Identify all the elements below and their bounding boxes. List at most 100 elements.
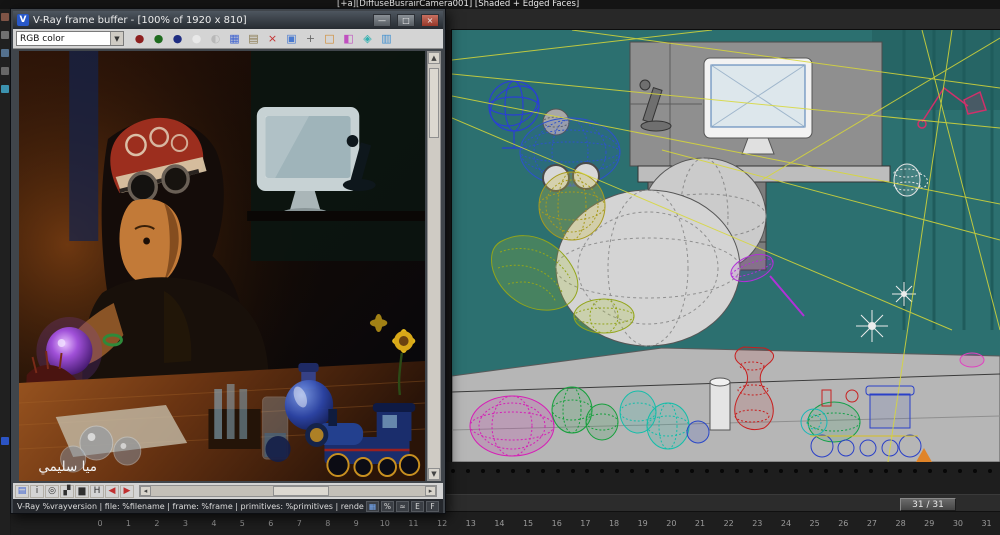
vfb-status-bar: V-Ray %vrayversion | file: %filename | f… [13,499,443,513]
track-key-dot [540,469,545,473]
exposure-toggle-icon[interactable]: E [411,500,424,512]
curve-toggle-icon[interactable]: ≈ [396,500,409,512]
side-tool-icon-3[interactable] [1,49,9,57]
green-channel-icon[interactable]: ● [150,31,167,47]
frame-number: 22 [723,519,734,528]
frame-number: 23 [752,519,763,528]
horizontal-scroll-thumb[interactable] [273,486,330,496]
vray-logo-icon: V [17,14,29,26]
frame-number: 11 [408,519,419,528]
track-key-dot [838,469,843,473]
timeline-ruler: 0 1 2 3 4 5 6 7 8 9 10 11 12 13 14 15 16 17 18 19 20 21 22 23 24… [11,516,1000,534]
track-key-dot [973,469,977,473]
maximize-button[interactable]: □ [397,13,415,27]
image-info-icon[interactable]: i [30,484,44,498]
scroll-up-icon[interactable]: ▲ [428,52,440,64]
frame-number: 28 [895,519,906,528]
track-key-dot [645,469,650,473]
track-key-dot [749,469,754,473]
track-key-dot [958,469,963,473]
zoom-tool-icon[interactable]: ◎ [45,484,59,498]
frame-number: 6 [268,519,274,528]
chevron-down-icon[interactable]: ▼ [110,32,123,45]
side-tool-icon-4[interactable] [1,67,9,75]
track-mouse-icon[interactable]: + [302,31,319,47]
pixel-info-icon[interactable]: ◈ [359,31,376,47]
frame-number: 4 [211,519,217,528]
track-key-dot [525,469,530,473]
region-render-icon[interactable]: □ [321,31,338,47]
vfb-bottom-toolbar: ▤ i ◎ ▞ ▆ H ◀ ▶ ◂ ▸ [13,483,443,499]
clear-image-icon[interactable]: × [264,31,281,47]
alpha-channel-icon[interactable]: ● [188,31,205,47]
minimize-button[interactable]: — [373,13,391,27]
load-image-icon[interactable]: ▤ [245,31,262,47]
duplicate-to-host-icon[interactable]: ▣ [283,31,300,47]
vfb-titlebar[interactable]: V V-Ray frame buffer - [100% of 1920 x 8… [13,11,443,29]
scroll-down-icon[interactable]: ▼ [428,468,440,480]
save-image-icon[interactable]: ▦ [226,31,243,47]
color-correction-icon[interactable]: ◧ [340,31,357,47]
track-key-dot [987,469,992,473]
frame-number: 31 [981,519,992,528]
side-tool-icon-5[interactable] [1,85,9,93]
compare-icon[interactable]: ▞ [60,484,74,498]
track-key-dot [510,469,515,473]
rendered-image: ميا سليمي [19,51,425,481]
scroll-left-icon[interactable]: ◂ [140,486,151,496]
track-key-dot [659,469,664,473]
side-tool-icon-1[interactable] [1,13,9,21]
scroll-right-icon[interactable]: ▸ [425,486,436,496]
3dsmax-screen: [+a][DiffuseBusrairCamera001] [Shaded + … [0,0,1000,535]
vfb-taskbar-icon[interactable] [1,437,9,445]
buffer-info-icon[interactable]: ▤ [15,484,29,498]
frame-number: 14 [494,519,505,528]
channel-dropdown[interactable]: RGB color ▼ [16,31,124,46]
grid-toggle-icon[interactable]: ▦ [366,500,379,512]
prev-image-icon[interactable]: ◀ [105,484,119,498]
monochrome-icon[interactable]: ◐ [207,31,224,47]
camera-viewport[interactable] [451,29,1000,463]
track-key-dot [451,469,456,473]
left-edge-toolbar [0,9,10,535]
next-image-icon[interactable]: ▶ [120,484,134,498]
h-channel-icon[interactable]: H [90,484,104,498]
track-key-dot [481,469,486,473]
vertical-scrollbar[interactable]: ▲ ▼ [427,51,441,481]
frame-number: 25 [809,519,820,528]
frame-number: 17 [580,519,591,528]
frame-number: 2 [154,519,160,528]
wireframe-scene [452,30,1000,462]
frame-number: 1 [125,519,132,528]
track-key-dot [630,469,635,473]
frame-number: 19 [637,519,648,528]
horizontal-scrollbar[interactable]: ◂ ▸ [139,485,437,497]
frame-number: 29 [924,519,935,528]
percent-toggle-icon[interactable]: % [381,500,394,512]
track-key-dot [615,469,620,473]
histogram-icon[interactable]: ▆ [75,484,89,498]
red-channel-icon[interactable]: ● [131,31,148,47]
frame-number: 9 [353,519,359,528]
frame-number: 13 [465,519,476,528]
channel-dropdown-value: RGB color [20,33,65,44]
frame-number: 26 [838,519,849,528]
close-button[interactable]: × [421,13,439,27]
track-key-dot [600,469,605,473]
vfb-toolbar: RGB color ▼ ● ● ● ● ◐ ▦ ▤ × ▣ + □ ◧ ◈ ▥ [13,29,443,49]
track-key-dot [570,469,575,473]
frame-number: 10 [379,519,390,528]
blue-channel-icon[interactable]: ● [169,31,186,47]
vertical-scroll-thumb[interactable] [429,68,439,138]
track-key-dot [585,469,590,473]
stamp-icon[interactable]: ▥ [378,31,395,47]
side-tool-icon-2[interactable] [1,31,9,39]
render-result-image: ميا سليمي [19,51,425,481]
filter-toggle-icon[interactable]: F [426,500,439,512]
frame-number: 21 [694,519,706,528]
frame-number: 5 [239,519,245,528]
track-key-dot [868,469,873,473]
frame-number: 27 [866,519,878,528]
track-key-dot [704,469,709,473]
time-slider-thumb[interactable]: 31 / 31 [900,498,956,511]
